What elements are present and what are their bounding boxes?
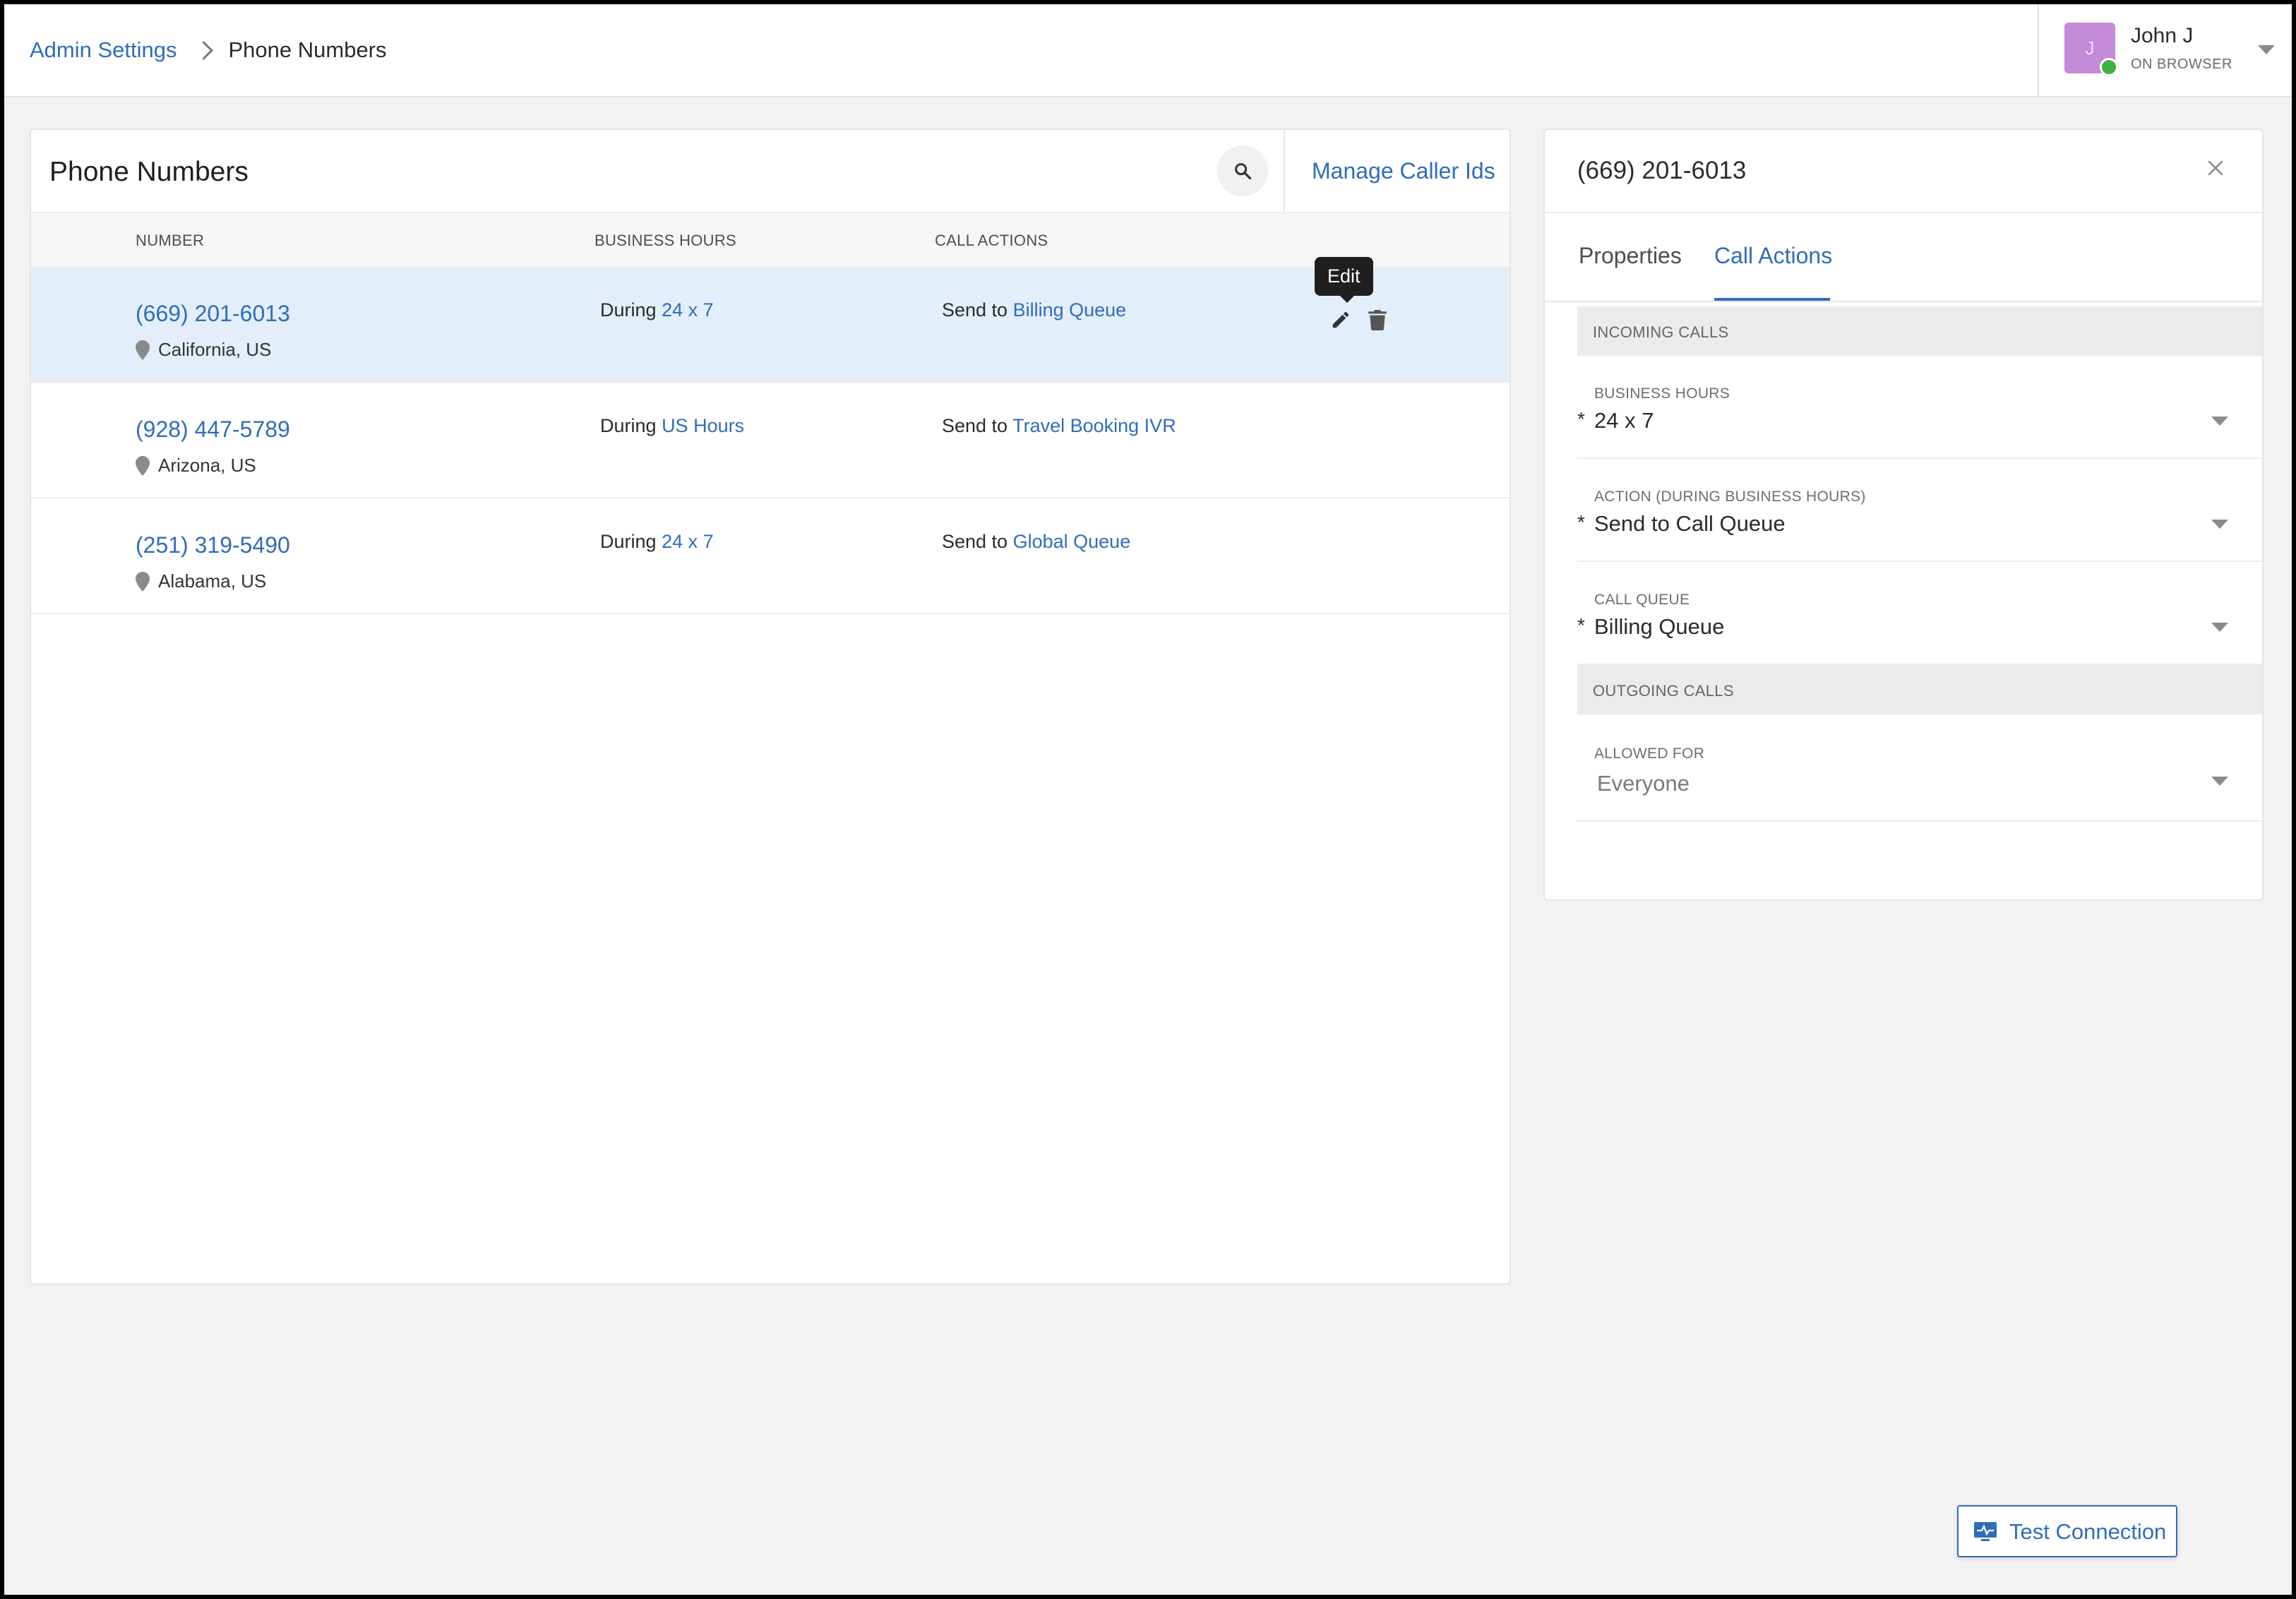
send-to-text: Send to (942, 299, 1008, 321)
call-action: Send to Travel Booking IVR (942, 415, 1176, 437)
chevron-down-icon[interactable] (2211, 417, 2228, 426)
field-label: ACTION (DURING BUSINESS HOURS) (1594, 489, 1866, 505)
phone-number-link[interactable]: (251) 319-5490 (136, 532, 290, 558)
edit-pencil-icon[interactable] (1330, 309, 1351, 330)
phone-number-link[interactable]: (669) 201-6013 (136, 301, 290, 327)
divider (1545, 301, 2262, 302)
divider (1545, 212, 2262, 213)
field-label: BUSINESS HOURS (1594, 385, 1730, 402)
call-action-target-link[interactable]: Global Queue (1013, 531, 1131, 552)
business-hours-link[interactable]: 24 x 7 (662, 299, 714, 321)
call-action: Send to Global Queue (942, 531, 1130, 553)
chevron-down-icon[interactable] (2211, 520, 2228, 529)
table-row[interactable]: (251) 319-5490 Alabama, US During 24 x 7… (31, 498, 1509, 614)
page-title: Phone Numbers (49, 157, 249, 187)
pulse-monitor-icon (1974, 1522, 1997, 1541)
location-pin-icon (136, 571, 150, 592)
field-value: Send to Call Queue (1594, 511, 1786, 536)
send-to-text: Send to (942, 531, 1008, 552)
presence-status-icon (2100, 58, 2118, 76)
required-mark: * (1577, 511, 1585, 533)
location: Arizona, US (136, 455, 256, 477)
business-hours: During 24 x 7 (600, 531, 714, 553)
call-action-target-link[interactable]: Billing Queue (1013, 299, 1127, 321)
avatar: J (2064, 23, 2118, 76)
header-divider (1284, 130, 1285, 212)
location-text: California, US (158, 339, 272, 360)
call-action: Send to Billing Queue (942, 299, 1126, 321)
phone-numbers-panel: Phone Numbers Manage Caller Ids NUMBER B… (30, 128, 1511, 1285)
business-hours: During 24 x 7 (600, 299, 714, 321)
tab-properties[interactable]: Properties (1579, 243, 1682, 269)
business-hours-link[interactable]: 24 x 7 (662, 531, 714, 552)
phone-number-link[interactable]: (928) 447-5789 (136, 417, 290, 443)
app-window: Admin Settings Phone Numbers J John J ON… (4, 4, 2292, 1595)
table-row[interactable]: (669) 201-6013 California, US During 24 … (31, 267, 1509, 383)
location-pin-icon (136, 340, 150, 360)
location-pin-icon (136, 455, 150, 476)
chevron-down-icon[interactable] (2211, 623, 2228, 632)
test-connection-button[interactable]: Test Connection (1957, 1505, 2177, 1557)
incoming-calls-section: INCOMING CALLS (1577, 306, 2262, 356)
call-action-target-link[interactable]: Travel Booking IVR (1012, 415, 1176, 436)
details-title: (669) 201-6013 (1577, 157, 1747, 184)
during-text: During (600, 299, 657, 321)
tab-call-actions[interactable]: Call Actions (1714, 243, 1832, 269)
test-connection-label: Test Connection (2009, 1519, 2167, 1544)
chevron-right-icon (193, 40, 213, 60)
top-bar: Admin Settings Phone Numbers J John J ON… (4, 4, 2292, 97)
field-value: 24 x 7 (1594, 408, 1654, 433)
chevron-down-icon[interactable] (2211, 777, 2228, 786)
business-hours-select[interactable]: BUSINESS HOURS * 24 x 7 (1577, 356, 2262, 459)
location: Alabama, US (136, 570, 266, 592)
location-text: Arizona, US (158, 455, 256, 476)
location: California, US (136, 339, 271, 361)
number-details-panel: (669) 201-6013 Properties Call Actions I… (1543, 128, 2264, 901)
section-label: INCOMING CALLS (1593, 323, 1729, 341)
chevron-down-icon[interactable] (2258, 45, 2275, 54)
user-status: ON BROWSER (2131, 56, 2232, 72)
field-label: ALLOWED FOR (1594, 745, 1705, 762)
during-text: During (600, 531, 657, 552)
search-icon (1235, 163, 1252, 180)
close-icon[interactable] (2207, 160, 2224, 176)
search-button[interactable] (1217, 145, 1268, 196)
section-label: OUTGOING CALLS (1593, 682, 1734, 700)
field-value: Everyone (1597, 771, 1690, 796)
breadcrumb-current: Phone Numbers (228, 37, 387, 62)
field-label: CALL QUEUE (1594, 592, 1690, 608)
required-mark: * (1577, 408, 1585, 430)
table-row[interactable]: (928) 447-5789 Arizona, US During US Hou… (31, 383, 1509, 498)
table-header: NUMBER BUSINESS HOURS CALL ACTIONS (31, 212, 1509, 267)
user-menu[interactable]: J John J ON BROWSER (2038, 4, 2292, 96)
avatar-initial: J (2085, 37, 2095, 59)
send-to-text: Send to (942, 415, 1008, 436)
user-name: John J (2131, 24, 2194, 47)
column-header-number[interactable]: NUMBER (136, 232, 204, 250)
action-select[interactable]: ACTION (DURING BUSINESS HOURS) * Send to… (1577, 459, 2262, 562)
location-text: Alabama, US (158, 570, 267, 592)
delete-trash-icon[interactable] (1368, 309, 1387, 330)
during-text: During (600, 415, 657, 436)
breadcrumb-admin-settings-link[interactable]: Admin Settings (30, 37, 177, 63)
edit-tooltip: Edit (1315, 257, 1373, 303)
business-hours: During US Hours (600, 415, 744, 437)
column-header-call-actions[interactable]: CALL ACTIONS (935, 232, 1048, 250)
manage-caller-ids-link[interactable]: Manage Caller Ids (1312, 158, 1495, 184)
business-hours-link[interactable]: US Hours (662, 415, 744, 436)
column-header-business-hours[interactable]: BUSINESS HOURS (594, 232, 736, 250)
breadcrumb: Admin Settings Phone Numbers (30, 4, 387, 96)
required-mark: * (1577, 614, 1585, 636)
call-queue-select[interactable]: CALL QUEUE * Billing Queue (1577, 562, 2262, 665)
outgoing-calls-section: OUTGOING CALLS (1577, 665, 2262, 714)
allowed-for-select[interactable]: ALLOWED FOR Everyone (1577, 714, 2262, 822)
field-value: Billing Queue (1594, 614, 1725, 639)
